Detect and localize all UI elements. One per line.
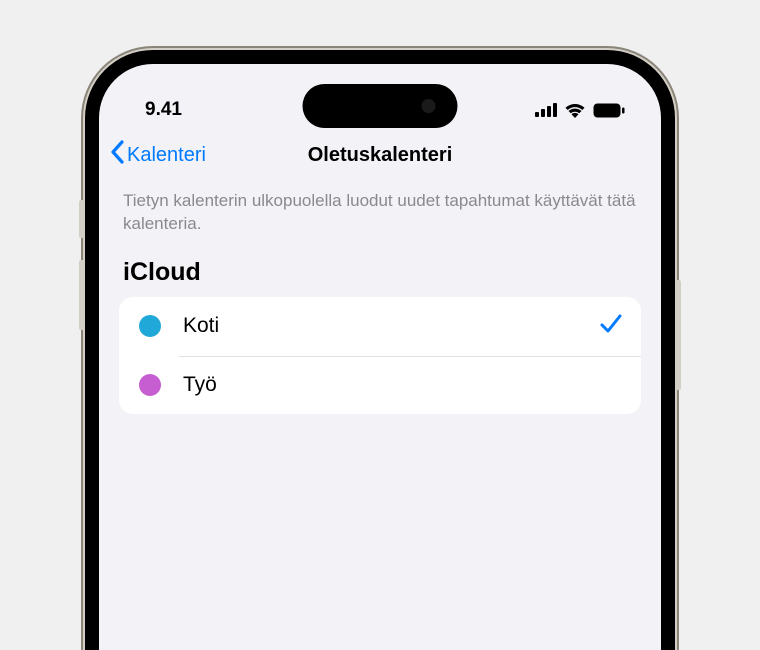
power-button [677, 280, 681, 390]
dynamic-island [303, 84, 458, 128]
calendar-list: Koti Työ [119, 297, 641, 414]
calendar-row-koti[interactable]: Koti [119, 297, 641, 356]
phone-frame: 9.41 Kalenteri Oletuskalenteri [85, 50, 675, 650]
calendar-color-dot [139, 315, 161, 337]
settings-description: Tietyn kalenterin ulkopuolella luodut uu… [99, 180, 661, 254]
calendar-label: Koti [183, 314, 599, 338]
cellular-signal-icon [535, 103, 557, 117]
nav-bar: Kalenteri Oletuskalenteri [99, 132, 661, 180]
status-icons [535, 102, 625, 118]
checkmark-icon [599, 313, 623, 340]
back-label: Kalenteri [127, 144, 206, 167]
calendar-color-dot [139, 374, 161, 396]
volume-button [79, 200, 83, 238]
back-button[interactable]: Kalenteri [109, 140, 206, 170]
calendar-row-tyo[interactable]: Työ [119, 356, 641, 414]
phone-screen: 9.41 Kalenteri Oletuskalenteri [99, 64, 661, 650]
page-title: Oletuskalenteri [308, 144, 453, 167]
wifi-icon [564, 102, 586, 118]
battery-icon [593, 103, 625, 118]
status-time: 9.41 [145, 99, 182, 121]
chevron-left-icon [109, 140, 125, 170]
section-header: iCloud [99, 254, 661, 297]
volume-button [79, 260, 83, 330]
calendar-label: Työ [183, 373, 623, 397]
